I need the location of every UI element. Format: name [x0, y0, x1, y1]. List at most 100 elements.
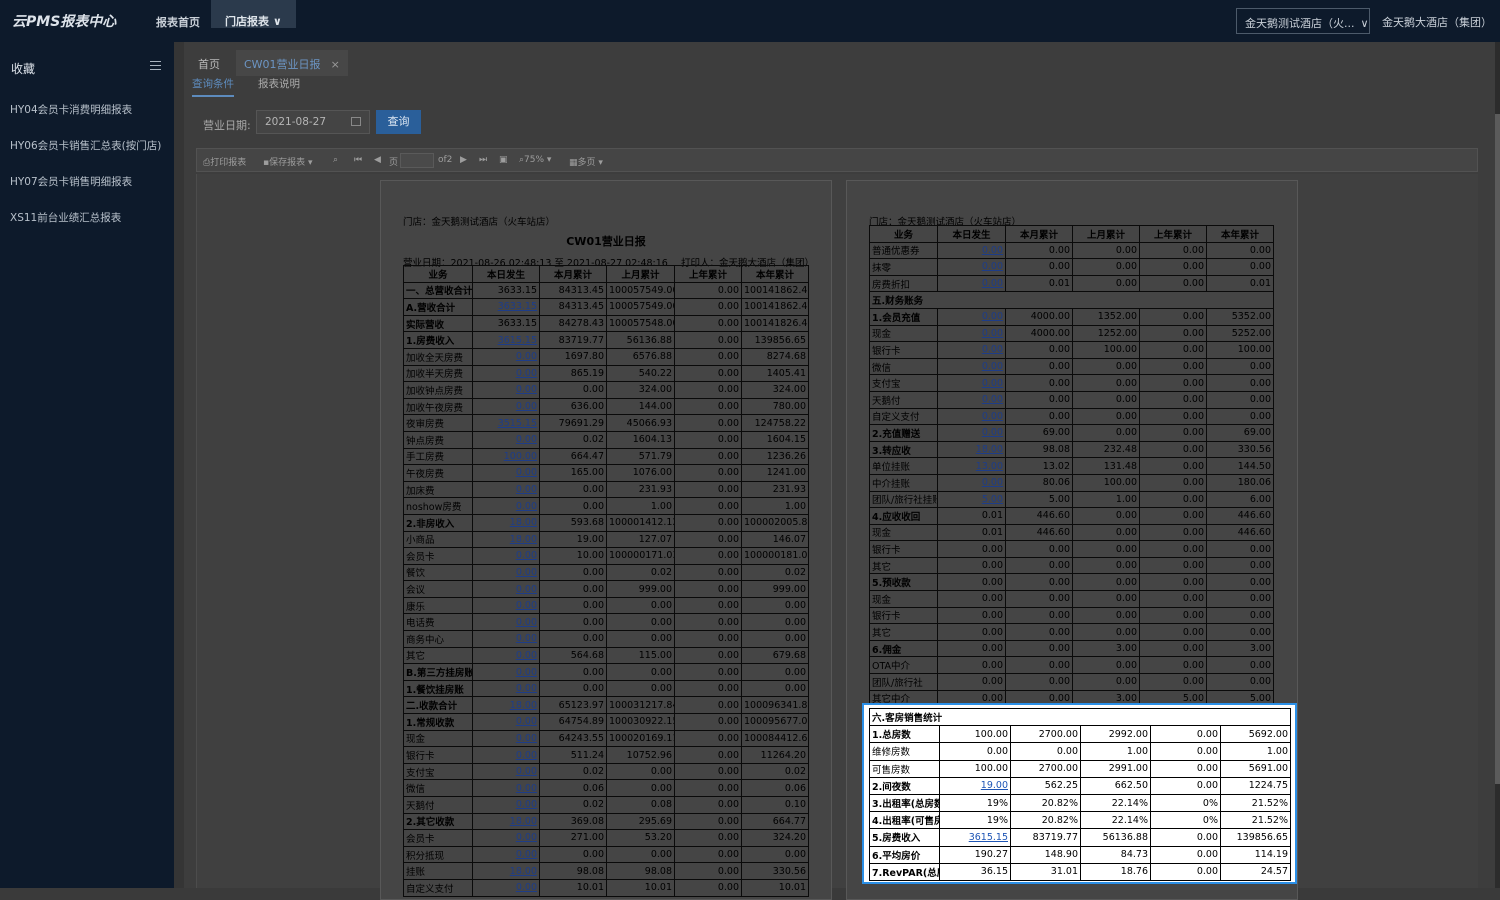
print-report-button[interactable]: ⎙打印报表 — [203, 155, 246, 168]
sidebar-item-hy04[interactable]: HY04会员卡消费明细报表 — [10, 102, 132, 117]
drilldown-link[interactable]: 0.00 — [472, 497, 540, 515]
drilldown-link[interactable]: 18.00 — [472, 696, 540, 715]
nav-store-reports[interactable]: 门店报表 ∨ — [211, 0, 296, 28]
page-label-icon: 页 — [389, 158, 399, 168]
cell-value: 0.08 — [606, 796, 675, 814]
find-icon[interactable]: ⌕ — [333, 155, 338, 165]
next-page-icon[interactable]: ▶ — [460, 155, 467, 165]
table-row: 加收全天房费 0.00 1697.80 6576.88 0.00 8274.68 — [403, 347, 809, 366]
drilldown-link[interactable]: 0.00 — [472, 563, 540, 582]
cell-value: 0.00 — [1072, 540, 1140, 558]
drilldown-link[interactable]: 0.00 — [472, 729, 540, 748]
first-page-icon[interactable]: ⏮ — [354, 155, 362, 165]
cell-value: 0.00 — [1005, 606, 1073, 625]
prev-page-icon[interactable]: ◀ — [374, 155, 381, 165]
drilldown-link[interactable]: 0.00 — [937, 407, 1006, 426]
business-date-label: 营业日期: — [203, 119, 251, 132]
drilldown-link[interactable]: 0.00 — [472, 646, 540, 665]
tab-cw01[interactable]: CW01营业日报 × — [236, 50, 348, 76]
drilldown-link[interactable]: 0.00 — [472, 430, 540, 449]
drilldown-link[interactable]: 0.00 — [472, 580, 540, 598]
drilldown-link[interactable]: 3615.15 — [939, 828, 1011, 847]
multi-page-select[interactable]: ▦多页 ▾ — [569, 155, 603, 168]
cell-value: 3.00 — [1072, 639, 1140, 658]
drilldown-link[interactable]: 0.00 — [937, 258, 1006, 276]
table-row: 会员卡 0.00 271.00 53.20 0.00 324.20 — [403, 829, 809, 847]
drilldown-link[interactable]: 0.00 — [472, 480, 540, 499]
drilldown-link[interactable]: 0.00 — [937, 341, 1006, 359]
drilldown-link[interactable]: 0.00 — [472, 713, 540, 731]
drilldown-link[interactable]: 0.00 — [937, 374, 1006, 392]
query-button[interactable]: 查询 — [376, 110, 421, 134]
drilldown-link[interactable]: 0.00 — [937, 357, 1006, 376]
drilldown-link[interactable]: 0.00 — [472, 663, 540, 681]
row-label: 会员卡 — [403, 829, 473, 847]
drilldown-link[interactable]: 0.00 — [472, 845, 540, 864]
page-number-input[interactable] — [400, 153, 434, 168]
cell-value: 10752.96 — [606, 746, 675, 764]
drilldown-link[interactable]: 0.00 — [937, 241, 1006, 260]
drilldown-link[interactable]: 0.00 — [472, 796, 540, 814]
sidebar-item-hy07[interactable]: HY07会员卡销售明细报表 — [10, 174, 132, 189]
cell-value: 0.00 — [674, 746, 742, 764]
drilldown-link[interactable]: 0.00 — [472, 762, 540, 781]
drilldown-link[interactable]: 0.00 — [472, 596, 540, 615]
sidebar-item-xs11[interactable]: XS11前台业绩汇总报表 — [10, 210, 121, 225]
column-header: 本日发生 — [937, 225, 1006, 243]
drilldown-link[interactable]: 0.00 — [937, 473, 1006, 492]
table-row: 2.其它收款 18.00 369.08 295.69 0.00 664.77 — [403, 812, 809, 831]
drilldown-link[interactable]: 18.00 — [472, 812, 540, 831]
save-report-button[interactable]: ▪保存报表 ▾ — [263, 155, 313, 168]
zoom-select[interactable]: ⌕75% ▾ — [519, 155, 551, 165]
drilldown-link[interactable]: 0.00 — [472, 364, 540, 383]
drilldown-link[interactable]: 0.00 — [472, 829, 540, 847]
drilldown-link[interactable]: 13.00 — [937, 457, 1006, 475]
drilldown-link[interactable]: 5.00 — [937, 490, 1006, 509]
column-header: 业务 — [869, 225, 938, 243]
subtab-report-description[interactable]: 报表说明 — [258, 76, 300, 91]
drilldown-link[interactable]: 0.00 — [472, 613, 540, 632]
drilldown-link[interactable]: 0.00 — [472, 347, 540, 366]
drilldown-link[interactable]: 0.00 — [472, 679, 540, 698]
drilldown-link[interactable]: 3615.15 — [472, 331, 540, 349]
drilldown-link[interactable]: 0.00 — [937, 307, 1006, 326]
cell-value: 0.00 — [741, 845, 809, 864]
drilldown-link[interactable]: 0.00 — [472, 746, 540, 764]
drilldown-link[interactable]: 0.00 — [937, 390, 1006, 409]
drilldown-link[interactable]: 0.00 — [472, 397, 540, 416]
drilldown-link[interactable]: 100.00 — [472, 447, 540, 466]
drilldown-link[interactable]: 3515.15 — [472, 414, 540, 432]
fit-page-icon[interactable]: ▣ — [499, 155, 508, 165]
drilldown-link[interactable]: 0.00 — [937, 424, 1006, 442]
hotel-select[interactable]: 金天鹅测试酒店（火... ∨ — [1236, 8, 1370, 34]
drilldown-link[interactable]: 0.00 — [472, 547, 540, 565]
page-scrollbar[interactable] — [1495, 42, 1500, 888]
user-name[interactable]: 金天鹅大酒店（集团） — [1382, 14, 1492, 30]
last-page-icon[interactable]: ⏭ — [479, 155, 487, 165]
tab-home[interactable]: 首页 — [198, 56, 220, 72]
drilldown-link[interactable]: 0.00 — [472, 464, 540, 482]
collapse-menu-icon[interactable] — [150, 61, 161, 71]
row-label: 2.充值赠送 — [869, 424, 938, 442]
drilldown-link[interactable]: 0.00 — [472, 779, 540, 797]
cell-value: 0.00 — [937, 590, 1006, 608]
row-label: 其它 — [869, 556, 938, 575]
drilldown-link[interactable]: 19.00 — [939, 776, 1011, 795]
drilldown-link[interactable]: 0.00 — [472, 630, 540, 648]
cell-value: 0.00 — [674, 430, 742, 449]
calendar-icon[interactable] — [351, 117, 361, 126]
subtab-query-conditions[interactable]: 查询条件 — [192, 76, 234, 97]
drilldown-link[interactable]: 0.00 — [472, 381, 540, 399]
drilldown-link[interactable]: 3633.15 — [472, 298, 540, 316]
scrollbar-thumb[interactable] — [1495, 114, 1500, 784]
drilldown-link[interactable]: 18.00 — [472, 513, 540, 532]
sidebar-item-hy06[interactable]: HY06会员卡销售汇总表(按门店) — [10, 138, 161, 153]
drilldown-link[interactable]: 0.00 — [937, 324, 1006, 343]
drilldown-link[interactable]: 18.00 — [937, 440, 1006, 459]
nav-report-home[interactable]: 报表首页 — [156, 14, 200, 30]
row-label: 支付宝 — [403, 762, 473, 781]
drilldown-link[interactable]: 18.00 — [472, 530, 540, 549]
drilldown-link[interactable]: 18.00 — [472, 862, 540, 880]
drilldown-link[interactable]: 0.00 — [937, 274, 1006, 293]
close-icon[interactable]: × — [331, 58, 340, 71]
